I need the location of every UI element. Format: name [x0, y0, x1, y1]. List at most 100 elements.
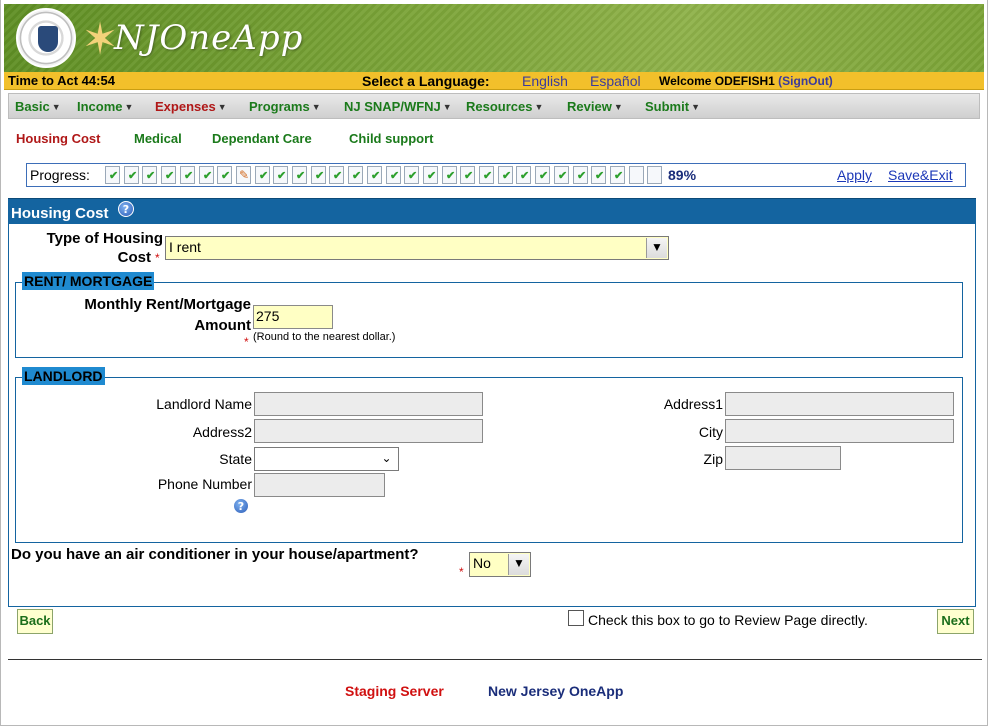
footer-divider — [8, 659, 982, 660]
checkmark-icon: ✔ — [277, 170, 287, 182]
progress-step: ✔ — [386, 166, 401, 184]
housing-type-select[interactable]: I rent ▼ — [165, 236, 669, 260]
progress-step — [629, 166, 644, 184]
progress-step: ✔ — [273, 166, 288, 184]
caret-down-icon: ▼ — [442, 102, 452, 112]
caret-down-icon: ▼ — [534, 102, 544, 112]
checkmark-icon: ✔ — [315, 170, 325, 182]
rent-amount-input[interactable]: 275 — [253, 305, 333, 329]
checkmark-icon: ✔ — [520, 170, 530, 182]
required-mark: * — [459, 565, 464, 579]
caret-down-icon: ▼ — [691, 102, 700, 112]
progress-step: ✔ — [217, 166, 232, 184]
checkmark-icon: ✔ — [427, 170, 437, 182]
subnav-medical[interactable]: Medical — [134, 131, 182, 146]
checkmark-icon: ✔ — [203, 170, 213, 182]
landlord-name-input[interactable] — [254, 392, 483, 416]
caret-down-icon: ▼ — [311, 102, 321, 112]
form-panel: Type of Housing Cost * I rent ▼ RENT/ MO… — [8, 224, 976, 607]
state-label: State — [219, 451, 252, 467]
menu-income[interactable]: Income ▼ — [77, 99, 133, 114]
checkmark-icon: ✔ — [502, 170, 512, 182]
progress-step: ✔ — [535, 166, 550, 184]
section-title: Housing Cost — [11, 205, 109, 222]
review-checkbox-label: Check this box to go to Review Page dire… — [588, 612, 868, 628]
progress-step: ✔ — [404, 166, 419, 184]
chevron-down-icon: ⌄ — [376, 449, 397, 469]
help-icon[interactable]: ? — [118, 201, 134, 217]
next-button[interactable]: Next — [937, 609, 974, 634]
caret-down-icon: ▼ — [51, 102, 61, 112]
signout-link[interactable]: (SignOut) — [778, 74, 833, 88]
checkmark-icon: ✔ — [390, 170, 400, 182]
welcome-user: Welcome ODEFISH1 (SignOut) — [659, 74, 833, 88]
progress-step: ✔ — [311, 166, 326, 184]
checkmark-icon: ✔ — [464, 170, 474, 182]
progress-step: ✔ — [255, 166, 270, 184]
progress-step: ✔ — [142, 166, 157, 184]
menu-nj-snap-wfnj[interactable]: NJ SNAP/WFNJ ▼ — [344, 99, 452, 114]
phone-help-icon[interactable]: ? — [233, 498, 249, 514]
progress-percent: 89% — [668, 167, 697, 183]
address1-input[interactable] — [725, 392, 954, 416]
progress-step — [647, 166, 662, 184]
checkmark-icon: ✔ — [146, 170, 156, 182]
menu-review[interactable]: Review ▼ — [567, 99, 623, 114]
progress-step: ✔ — [554, 166, 569, 184]
main-menu: Basic ▼ Income ▼ Expenses ▼ Programs ▼ NJ SN… — [8, 93, 980, 119]
checkmark-icon: ✔ — [595, 170, 605, 182]
checkmark-icon: ✔ — [614, 170, 624, 182]
apply-link[interactable]: Apply — [837, 167, 872, 183]
session-timer: Time to Act 44:54 — [8, 73, 115, 88]
rent-mortgage-legend: RENT/ MORTGAGE — [22, 272, 155, 290]
state-select[interactable]: ⌄ — [254, 447, 399, 471]
ac-select[interactable]: No ▼ — [469, 552, 531, 577]
caret-down-icon: ▼ — [613, 102, 623, 112]
caret-down-icon: ▼ — [124, 102, 134, 112]
address2-input[interactable] — [254, 419, 483, 443]
review-checkbox[interactable] — [568, 610, 584, 626]
menu-submit[interactable]: Submit ▼ — [645, 99, 700, 114]
checkmark-icon: ✔ — [333, 170, 343, 182]
save-exit-link[interactable]: Save&Exit — [888, 167, 953, 183]
city-input[interactable] — [725, 419, 954, 443]
menu-resources[interactable]: Resources ▼ — [466, 99, 543, 114]
progress-step: ✔ — [105, 166, 120, 184]
progress-step: ✔ — [591, 166, 606, 184]
address1-label: Address1 — [663, 396, 723, 412]
chevron-down-icon: ▼ — [646, 238, 667, 258]
pencil-icon: ✎ — [239, 168, 250, 182]
subnav-child-support[interactable]: Child support — [349, 131, 434, 146]
checkmark-icon: ✔ — [221, 170, 231, 182]
checkmark-icon: ✔ — [128, 170, 138, 182]
housing-type-label: Type of Housing — [46, 230, 163, 247]
menu-programs[interactable]: Programs ▼ — [249, 99, 321, 114]
phone-number-input[interactable] — [254, 473, 385, 497]
language-english-link[interactable]: English — [522, 73, 568, 89]
section-header: Housing Cost ? — [8, 198, 976, 224]
header-banner: ✶ NJOneApp — [4, 4, 984, 72]
required-mark: * — [244, 335, 249, 349]
phone-number-label: Phone Number — [157, 476, 252, 492]
zip-input[interactable] — [725, 446, 841, 470]
required-mark: * — [155, 251, 160, 265]
progress-step: ✔ — [479, 166, 494, 184]
rent-amount-label: Monthly Rent/Mortgage — [84, 296, 251, 313]
menu-basic[interactable]: Basic ▼ — [15, 99, 61, 114]
subnav-dependant-care[interactable]: Dependant Care — [212, 131, 312, 146]
progress-step: ✎ — [236, 166, 251, 184]
language-spanish-link[interactable]: Español — [590, 73, 641, 89]
rent-amount-hint: (Round to the nearest dollar.) — [253, 331, 396, 343]
menu-expenses[interactable]: Expenses ▼ — [155, 99, 227, 114]
progress-step: ✔ — [180, 166, 195, 184]
progress-step: ✔ — [516, 166, 531, 184]
subnav-housing-cost[interactable]: Housing Cost — [16, 131, 101, 146]
zip-label: Zip — [703, 451, 723, 467]
footer-brand: New Jersey OneApp — [488, 683, 624, 699]
checkmark-icon: ✔ — [539, 170, 549, 182]
checkmark-icon: ✔ — [184, 170, 194, 182]
caret-down-icon: ▼ — [217, 102, 227, 112]
back-button[interactable]: Back — [17, 609, 53, 634]
city-label: City — [698, 424, 723, 440]
progress-step: ✔ — [348, 166, 363, 184]
